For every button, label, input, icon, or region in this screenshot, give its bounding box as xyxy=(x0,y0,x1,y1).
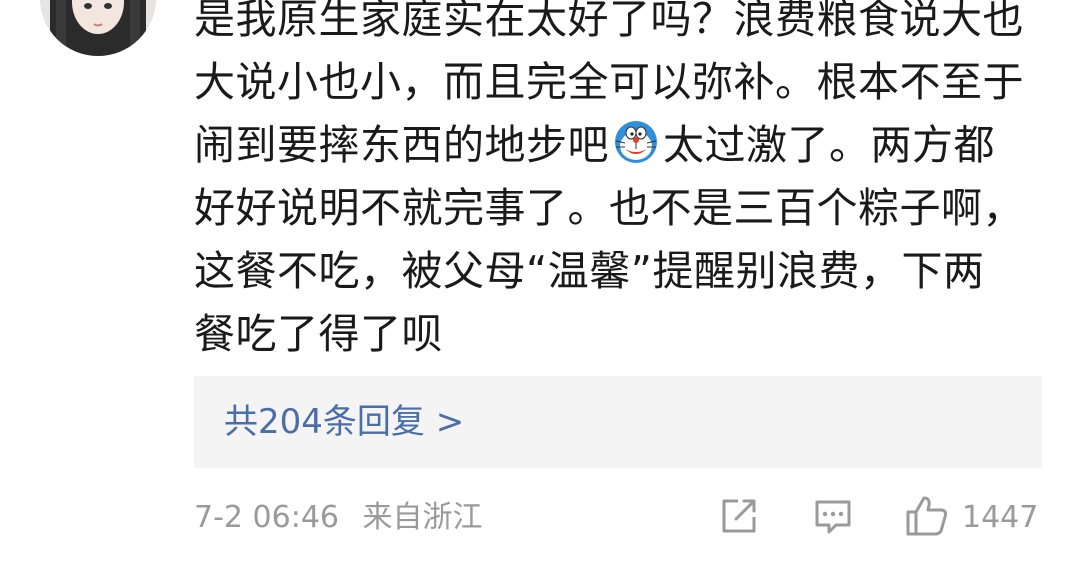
share-icon xyxy=(718,495,760,541)
like-button[interactable]: 1447 xyxy=(904,494,1038,542)
comment-line: 大说小也小，而且完全可以弥补。根本不至于 xyxy=(194,58,1024,106)
view-replies-link[interactable]: 共204条回复 > xyxy=(224,398,464,446)
replies-panel[interactable]: 共204条回复 > xyxy=(194,376,1042,468)
like-icon xyxy=(904,494,950,542)
comment-button[interactable] xyxy=(812,494,854,542)
doraemon-emoji-icon xyxy=(613,119,659,165)
comment-line: 闹到要摔东西的地步吧 太过激了。两方都 xyxy=(194,114,1044,177)
comment-meta: 7-2 06:46 来自浙江 xyxy=(194,494,497,542)
comment-line: 餐吃了得了呗 xyxy=(194,310,443,358)
comment-location: 来自浙江 xyxy=(362,500,483,535)
comment-body: 是我原生家庭实在太好了吗？浪费粮食说大也 大说小也小，而且完全可以弥补。根本不至… xyxy=(194,0,1044,366)
share-button[interactable] xyxy=(718,494,760,542)
like-count: 1447 xyxy=(962,500,1039,535)
comment-line-part: 太过激了。两方都 xyxy=(663,121,995,169)
comment-line-part: 闹到要摔东西的地步吧 xyxy=(194,121,609,169)
avatar[interactable] xyxy=(40,0,156,56)
comment-line: 好好说明不就完事了。也不是三百个粽子啊， xyxy=(194,184,1024,232)
comment-line: 这餐不吃，被父母“温馨”提醒别浪费，下两 xyxy=(194,247,985,295)
comment-line: 是我原生家庭实在太好了吗？浪费粮食说大也 xyxy=(194,0,1024,43)
comment-icon xyxy=(812,495,854,541)
avatar-image xyxy=(40,0,156,56)
comment-time: 7-2 06:46 xyxy=(194,500,339,535)
